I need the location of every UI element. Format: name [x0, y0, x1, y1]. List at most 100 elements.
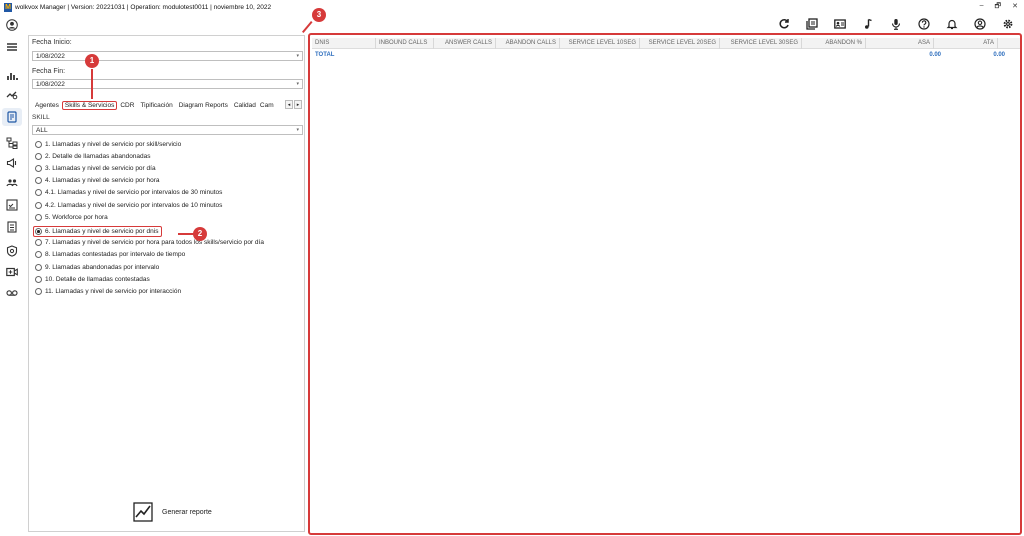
- skill-value: ALL: [36, 127, 48, 134]
- report-option[interactable]: 3. Llamadas y nivel de servicio por día: [35, 165, 156, 172]
- radio-button[interactable]: [35, 276, 42, 283]
- voicemail-icon[interactable]: [5, 286, 19, 300]
- radio-button[interactable]: [35, 177, 42, 184]
- column-header[interactable]: ABANDON CALLS: [496, 38, 560, 49]
- top-toolbar: [778, 16, 1014, 32]
- title-bar: M wolkvox Manager | Version: 20221031 | …: [0, 0, 1024, 14]
- column-header[interactable]: DNIS: [312, 38, 376, 49]
- report-option-label: 4.1. Llamadas y nivel de servicio por in…: [45, 189, 223, 196]
- report-option-label: 6. Llamadas y nivel de servicio por dnis: [45, 228, 159, 235]
- document-list-icon[interactable]: [5, 220, 19, 234]
- restore-button[interactable]: 🗗: [995, 2, 1002, 13]
- reports-icon[interactable]: [2, 108, 22, 126]
- radio-button[interactable]: [35, 165, 42, 172]
- trend-analysis-icon[interactable]: [5, 88, 19, 102]
- refresh-icon[interactable]: [778, 18, 790, 30]
- shield-icon[interactable]: [5, 244, 19, 258]
- grid-header: DNIS INBOUND CALLS ANSWER CALLS ABANDON …: [312, 38, 1020, 49]
- column-header[interactable]: SERVICE LEVEL 10SEG: [560, 38, 640, 49]
- ata-total-value: 0.00: [993, 52, 1005, 58]
- column-header[interactable]: SERVICE LEVEL 20SEG: [640, 38, 720, 49]
- annotation-badge-3: 3: [312, 8, 326, 22]
- user-account-icon[interactable]: [974, 18, 986, 30]
- report-option[interactable]: 11. Llamadas y nivel de servicio por int…: [35, 288, 181, 295]
- window-title: wolkvox Manager | Version: 20221031 | Op…: [15, 3, 272, 11]
- tab-calidad[interactable]: Calidad: [231, 102, 259, 109]
- report-option[interactable]: 6. Llamadas y nivel de servicio por dnis: [33, 226, 163, 237]
- campaign-icon[interactable]: [5, 156, 19, 170]
- report-option[interactable]: 4.1. Llamadas y nivel de servicio por in…: [35, 189, 222, 196]
- agents-group-icon[interactable]: [5, 176, 19, 190]
- tab-tipificacion[interactable]: Tipificación: [137, 102, 175, 109]
- contact-card-icon[interactable]: [834, 18, 846, 30]
- start-date-value: 1/08/2022: [36, 53, 65, 60]
- report-option[interactable]: 4. Llamadas y nivel de servicio por hora: [35, 177, 160, 184]
- start-date-picker[interactable]: 1/08/2022 ▾: [32, 51, 303, 61]
- tab-campanas[interactable]: Cam: [259, 102, 276, 109]
- column-header[interactable]: SERVICE LEVEL 30SEG: [720, 38, 802, 49]
- radio-button[interactable]: [35, 251, 42, 258]
- report-option[interactable]: 1. Llamadas y nivel de servicio por skil…: [35, 141, 181, 148]
- tab-cdr[interactable]: CDR: [117, 102, 137, 109]
- radio-button[interactable]: [35, 153, 42, 160]
- skill-select[interactable]: ALL ▾: [32, 125, 303, 135]
- notification-bell-icon[interactable]: [946, 18, 958, 30]
- video-add-icon[interactable]: [5, 265, 19, 279]
- annotation-badge-1: 1: [85, 54, 99, 68]
- menu-icon[interactable]: [5, 40, 19, 54]
- tab-agentes[interactable]: Agentes: [32, 102, 62, 109]
- close-button[interactable]: ✕: [1012, 2, 1018, 13]
- report-option[interactable]: 8. Llamadas contestadas por intervalo de…: [35, 251, 185, 258]
- library-icon[interactable]: [806, 18, 818, 30]
- radio-button[interactable]: [35, 264, 42, 271]
- radio-button[interactable]: [35, 189, 42, 196]
- radio-button[interactable]: [35, 141, 42, 148]
- music-note-icon[interactable]: [862, 18, 874, 30]
- report-option[interactable]: 2. Detalle de llamadas abandonadas: [35, 153, 151, 160]
- report-option[interactable]: 7. Llamadas y nivel de servicio por hora…: [35, 239, 264, 246]
- report-option[interactable]: 9. Llamadas abandonadas por intervalo: [35, 264, 159, 271]
- tab-scroll-left-icon[interactable]: ◂: [285, 100, 293, 109]
- annotation-arrow-3: [302, 21, 313, 34]
- start-date-label: Fecha Inicio:: [32, 39, 72, 46]
- sidebar: [0, 14, 24, 536]
- report-selection-panel: Fecha Inicio: 1/08/2022 ▾ Fecha Fin: 1/0…: [28, 35, 305, 532]
- asa-total-value: 0.00: [929, 52, 941, 58]
- report-option[interactable]: 5. Workforce por hora: [35, 214, 108, 221]
- radio-button[interactable]: [35, 202, 42, 209]
- end-date-picker[interactable]: 1/08/2022 ▾: [32, 79, 303, 89]
- end-date-value: 1/08/2022: [36, 81, 65, 88]
- settings-gear-icon[interactable]: [1002, 18, 1014, 30]
- radio-button[interactable]: [35, 239, 42, 246]
- minimize-button[interactable]: –: [980, 2, 984, 13]
- microphone-icon[interactable]: [890, 18, 902, 30]
- report-option-label: 4. Llamadas y nivel de servicio por hora: [45, 177, 160, 184]
- help-icon[interactable]: [918, 18, 930, 30]
- report-option-label: 11. Llamadas y nivel de servicio por int…: [45, 288, 182, 295]
- generate-report-button[interactable]: Generar reporte: [133, 502, 212, 522]
- chevron-down-icon: ▾: [296, 81, 299, 87]
- report-category-tabs: Agentes Skills & Servicios CDR Tipificac…: [32, 99, 303, 112]
- hierarchy-icon[interactable]: [5, 136, 19, 150]
- chevron-down-icon: ▾: [296, 127, 299, 133]
- tab-skills-servicios[interactable]: Skills & Servicios: [61, 101, 118, 110]
- report-option-label: 1. Llamadas y nivel de servicio por skil…: [45, 141, 182, 148]
- radio-button[interactable]: [35, 288, 42, 295]
- total-label: TOTAL: [315, 52, 335, 58]
- user-avatar-icon[interactable]: [5, 18, 19, 32]
- report-option[interactable]: 10. Detalle de llamadas contestadas: [35, 276, 150, 283]
- skill-label: SKILL: [32, 114, 50, 121]
- report-option[interactable]: 4.2. Llamadas y nivel de servicio por in…: [35, 202, 222, 209]
- tab-scroll-right-icon[interactable]: ▸: [294, 100, 302, 109]
- checklist-icon[interactable]: [5, 198, 19, 212]
- radio-button[interactable]: [35, 228, 42, 235]
- column-header[interactable]: ANSWER CALLS: [434, 38, 496, 49]
- column-header[interactable]: INBOUND CALLS: [376, 38, 434, 49]
- column-header[interactable]: ABANDON %: [802, 38, 866, 49]
- bar-chart-icon[interactable]: [5, 68, 19, 82]
- tab-diagram-reports[interactable]: Diagram Reports: [176, 102, 231, 109]
- column-header[interactable]: ASA: [866, 38, 934, 49]
- column-header[interactable]: ATA: [934, 38, 998, 49]
- end-date-label: Fecha Fin:: [32, 68, 66, 75]
- radio-button[interactable]: [35, 214, 42, 221]
